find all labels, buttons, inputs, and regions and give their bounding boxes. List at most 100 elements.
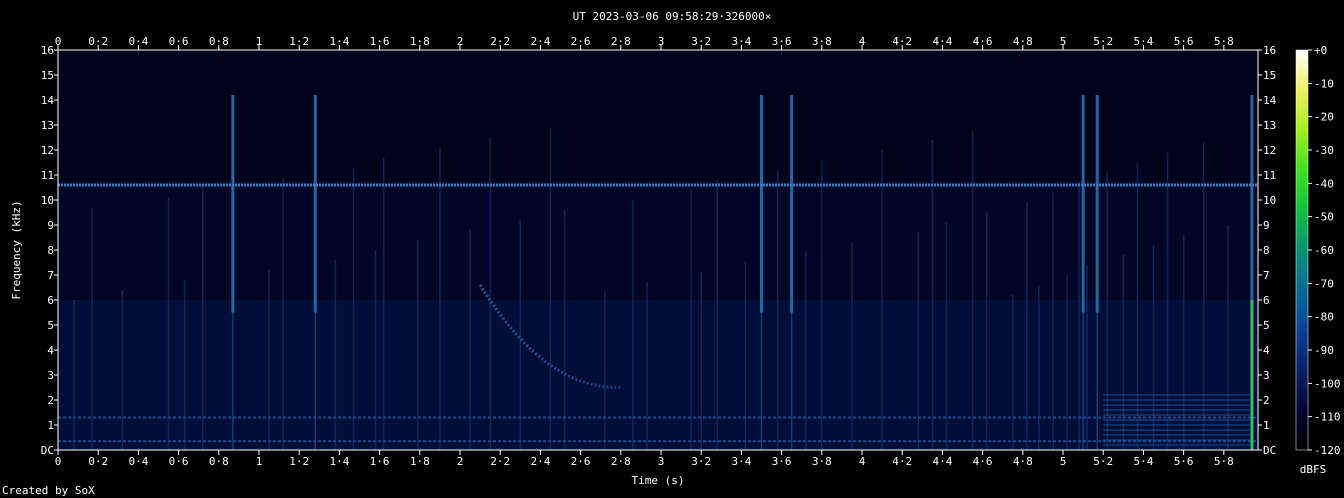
x-tick-label-bottom: 2 bbox=[457, 455, 464, 468]
x-tick-label-bottom: 3·8 bbox=[812, 455, 832, 468]
x-tick-label-top: 3·6 bbox=[772, 35, 792, 48]
x-tick-label-bottom: 5·2 bbox=[1093, 455, 1113, 468]
y-tick-label-left: 3 bbox=[47, 369, 54, 382]
x-tick-label-top: 2 bbox=[457, 35, 464, 48]
x-tick-label-bottom: 4·2 bbox=[892, 455, 912, 468]
colorbar-tick-label: -10 bbox=[1314, 77, 1334, 90]
x-tick-label-bottom: 0 bbox=[55, 455, 62, 468]
x-tick-label-top: 5·4 bbox=[1133, 35, 1153, 48]
x-tick-label-bottom: 0·2 bbox=[88, 455, 108, 468]
y-tick-label-left: 6 bbox=[47, 294, 54, 307]
y-tick-label-left: 16 bbox=[41, 44, 54, 57]
x-tick-label-bottom: 4·4 bbox=[932, 455, 952, 468]
x-axis-label: Time (s) bbox=[632, 474, 685, 487]
x-tick-label-top: 0·4 bbox=[128, 35, 148, 48]
x-tick-label-bottom: 5·8 bbox=[1214, 455, 1234, 468]
y-tick-label-left: 1 bbox=[47, 419, 54, 432]
x-tick-label-top: 0·8 bbox=[209, 35, 229, 48]
y-axis-label: Frequency (kHz) bbox=[10, 200, 23, 299]
y-tick-label-left: 2 bbox=[47, 394, 54, 407]
x-tick-label-top: 0·2 bbox=[88, 35, 108, 48]
x-tick-label-top: 4·8 bbox=[1013, 35, 1033, 48]
y-tick-label-left: 15 bbox=[41, 69, 54, 82]
y-tick-label-left: 8 bbox=[47, 244, 54, 257]
x-tick-label-top: 4·6 bbox=[973, 35, 993, 48]
y-tick-label-right: 9 bbox=[1263, 219, 1270, 232]
y-tick-label-right: 5 bbox=[1263, 319, 1270, 332]
x-tick-label-bottom: 1·2 bbox=[289, 455, 309, 468]
x-tick-label-bottom: 0·4 bbox=[128, 455, 148, 468]
x-tick-label-bottom: 1·6 bbox=[370, 455, 390, 468]
x-tick-label-top: 5·8 bbox=[1214, 35, 1234, 48]
y-tick-label-right: 12 bbox=[1263, 144, 1276, 157]
x-tick-label-bottom: 1·4 bbox=[329, 455, 349, 468]
x-tick-label-top: 5 bbox=[1060, 35, 1067, 48]
x-tick-label-top: 5·2 bbox=[1093, 35, 1113, 48]
x-tick-label-top: 0 bbox=[55, 35, 62, 48]
colorbar-tick-label: -50 bbox=[1314, 211, 1334, 224]
x-tick-label-bottom: 0·6 bbox=[169, 455, 189, 468]
colorbar-tick-label: -60 bbox=[1314, 244, 1334, 257]
x-tick-label-top: 3 bbox=[658, 35, 665, 48]
y-tick-label-left: 9 bbox=[47, 219, 54, 232]
spectrogram-figure: UT 2023-03-06 09:58:29·326000× 0 0·2 0·4 0·… bbox=[2, 10, 1341, 497]
x-tick-label-bottom: 5·4 bbox=[1133, 455, 1153, 468]
y-tick-label-right: 16 bbox=[1263, 44, 1276, 57]
y-tick-label-left: DC bbox=[41, 444, 54, 457]
x-tick-label-bottom: 4·8 bbox=[1013, 455, 1033, 468]
y-tick-label-right: 13 bbox=[1263, 119, 1276, 132]
x-tick-label-bottom: 2·2 bbox=[490, 455, 510, 468]
footer-credit: Created by SoX bbox=[2, 484, 95, 497]
x-tick-label-bottom: 5 bbox=[1060, 455, 1067, 468]
x-tick-label-bottom: 3·6 bbox=[772, 455, 792, 468]
x-tick-label-top: 3·8 bbox=[812, 35, 832, 48]
y-tick-label-right: 11 bbox=[1263, 169, 1276, 182]
colorbar-tick-label: -30 bbox=[1314, 144, 1334, 157]
x-tick-label-top: 1·8 bbox=[410, 35, 430, 48]
x-tick-label-bottom: 4 bbox=[859, 455, 866, 468]
x-tick-label-top: 2·8 bbox=[611, 35, 631, 48]
spectrogram-plot bbox=[57, 49, 1259, 451]
x-tick-label-top: 5·6 bbox=[1174, 35, 1194, 48]
colorbar-tick-label: -70 bbox=[1314, 277, 1334, 290]
y-tick-label-left: 5 bbox=[47, 319, 54, 332]
y-tick-label-left: 10 bbox=[41, 194, 54, 207]
colorbar-tick-label: -40 bbox=[1314, 177, 1334, 190]
x-tick-label-top: 1·4 bbox=[329, 35, 349, 48]
chart-title: UT 2023-03-06 09:58:29·326000× bbox=[573, 10, 772, 23]
x-tick-label-bottom: 3·2 bbox=[691, 455, 711, 468]
x-tick-label-top: 0·6 bbox=[169, 35, 189, 48]
y-tick-label-right: 10 bbox=[1263, 194, 1276, 207]
y-tick-label-right: DC bbox=[1263, 444, 1276, 457]
y-tick-label-right: 8 bbox=[1263, 244, 1270, 257]
y-tick-label-left: 14 bbox=[41, 94, 55, 107]
y-tick-label-left: 13 bbox=[41, 119, 54, 132]
y-tick-label-right: 3 bbox=[1263, 369, 1270, 382]
x-tick-label-top: 4·4 bbox=[932, 35, 952, 48]
x-tick-label-bottom: 3·4 bbox=[731, 455, 751, 468]
y-tick-label-right: 14 bbox=[1263, 94, 1277, 107]
y-tick-label-right: 7 bbox=[1263, 269, 1270, 282]
y-tick-label-right: 15 bbox=[1263, 69, 1276, 82]
y-tick-label-right: 6 bbox=[1263, 294, 1270, 307]
y-tick-label-left: 4 bbox=[47, 344, 54, 357]
x-tick-label-top: 2·6 bbox=[571, 35, 591, 48]
x-tick-label-bottom: 2·6 bbox=[571, 455, 591, 468]
x-tick-label-bottom: 1·8 bbox=[410, 455, 430, 468]
x-tick-label-top: 1·2 bbox=[289, 35, 309, 48]
colorbar-tick-label: -100 bbox=[1314, 377, 1341, 390]
x-tick-label-bottom: 1 bbox=[256, 455, 263, 468]
x-tick-label-top: 2·4 bbox=[530, 35, 550, 48]
colorbar-tick-label: -80 bbox=[1314, 311, 1334, 324]
x-tick-label-bottom: 3 bbox=[658, 455, 665, 468]
y-tick-label-right: 4 bbox=[1263, 344, 1270, 357]
y-tick-label-left: 7 bbox=[47, 269, 54, 282]
x-tick-label-bottom: 5·6 bbox=[1174, 455, 1194, 468]
y-tick-label-right: 2 bbox=[1263, 394, 1270, 407]
y-tick-label-left: 12 bbox=[41, 144, 54, 157]
plot-low-band bbox=[58, 300, 1258, 450]
x-tick-label-top: 2·2 bbox=[490, 35, 510, 48]
x-tick-label-top: 3·2 bbox=[691, 35, 711, 48]
plot-mid-band bbox=[58, 180, 1258, 300]
colorbar-tick-label: -20 bbox=[1314, 111, 1334, 124]
